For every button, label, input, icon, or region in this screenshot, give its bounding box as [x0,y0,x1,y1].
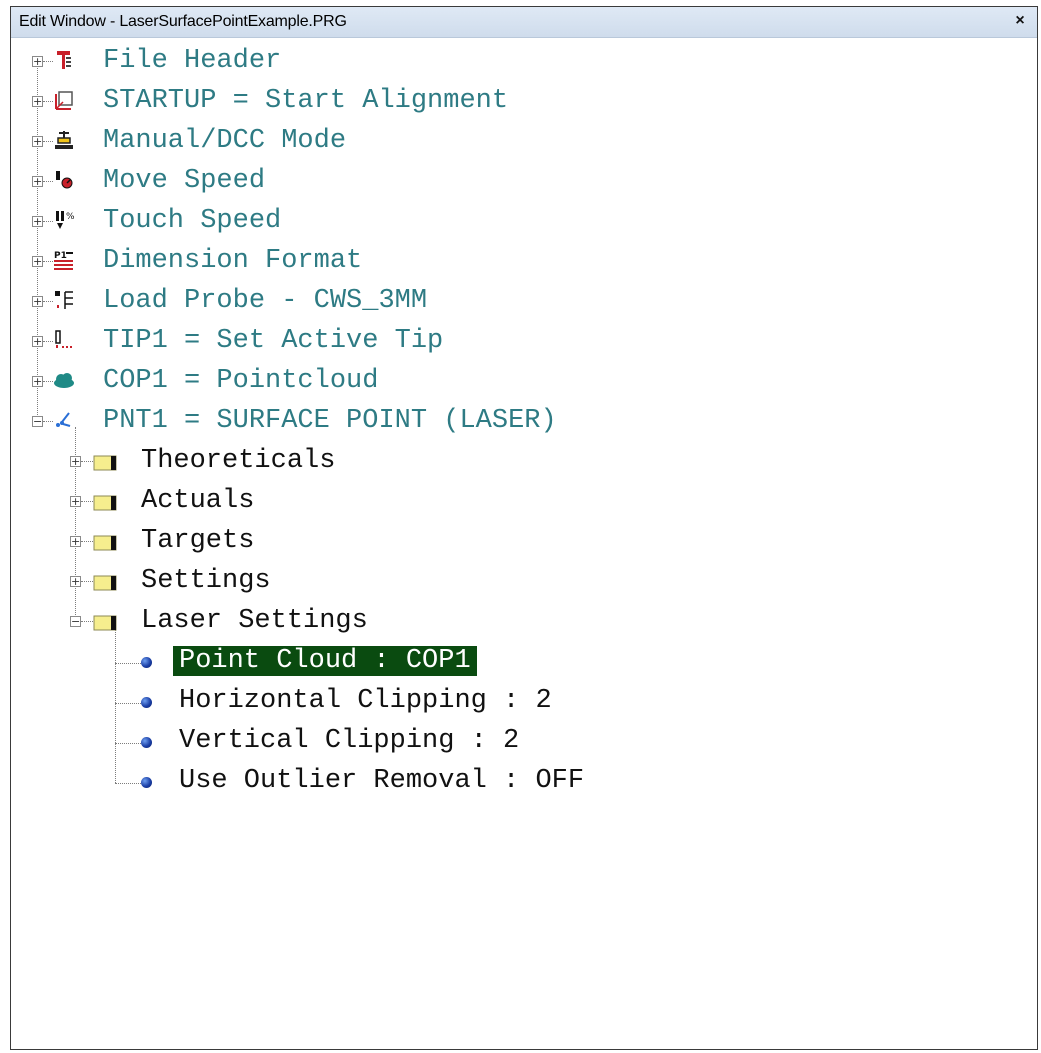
tree-connector [43,101,53,102]
tree-connector [81,461,93,462]
tree-connector [43,421,53,422]
tree-item-label: STARTUP = Start Alignment [103,86,509,116]
folder-label: Actuals [141,486,255,516]
expand-toggle[interactable]: + [32,296,43,307]
folder-label: Targets [141,526,255,556]
setting-point-cloud[interactable]: Point Cloud : COP1 [173,643,477,679]
expand-toggle[interactable]: + [32,56,43,67]
folder-settings[interactable]: Settings [141,563,271,599]
tree-item-label: Dimension Format [103,246,363,276]
folder-targets[interactable]: Targets [141,523,254,559]
tree-connector [43,61,53,62]
tree-connector [81,581,93,582]
bullet-icon [141,657,152,668]
expand-toggle[interactable]: + [70,456,81,467]
tree-item-touch-speed[interactable]: Touch Speed [103,203,281,239]
tree-connector [43,381,53,382]
tree-connector [115,629,116,783]
tree-item-label: Touch Speed [103,206,282,236]
dimension-format-icon: P1 [54,251,73,270]
folder-icon [93,495,117,511]
expand-toggle[interactable]: + [70,496,81,507]
bullet-icon [141,737,152,748]
tree-connector [115,703,141,704]
tree-connector [115,783,141,784]
tree-connector [81,501,93,502]
tree-item-file-header[interactable]: File Header [103,43,281,79]
tree-connector [115,743,141,744]
tree-connector [43,261,53,262]
svg-text:%: % [66,212,75,222]
expand-toggle[interactable]: + [32,376,43,387]
tree-connector [43,221,53,222]
tree-item-tip1[interactable]: TIP1 = Set Active Tip [103,323,443,359]
tree-connector [81,621,93,622]
setting-label: Horizontal Clipping : 2 [179,686,552,716]
expand-toggle[interactable]: + [32,136,43,147]
bullet-icon [141,697,152,708]
tree-item-label: PNT1 = SURFACE POINT (LASER) [103,406,557,436]
alignment-icon [55,91,73,110]
tree-item-dimension-format[interactable]: Dimension Format [103,243,362,279]
tree-item-label: COP1 = Pointcloud [103,366,379,396]
tree-connector [43,141,53,142]
expand-toggle[interactable]: + [32,336,43,347]
tree-connector [43,181,53,182]
expand-toggle[interactable]: + [70,576,81,587]
folder-label: Theoreticals [141,446,336,476]
setting-vertical-clipping[interactable]: Vertical Clipping : 2 [179,723,519,759]
load-probe-icon [55,291,73,309]
setting-outlier-removal[interactable]: Use Outlier Removal : OFF [179,763,584,799]
expand-toggle[interactable]: + [32,96,43,107]
tree-item-pnt1[interactable]: PNT1 = SURFACE POINT (LASER) [103,403,557,439]
expand-toggle[interactable]: + [32,216,43,227]
expand-toggle[interactable]: + [32,256,43,267]
tree-item-label: Manual/DCC Mode [103,126,347,156]
laser-point-icon [56,412,71,427]
cmm-mode-icon [55,131,73,149]
pointcloud-icon [54,373,74,388]
collapse-toggle[interactable]: − [32,416,43,427]
folder-laser-settings[interactable]: Laser Settings [141,603,368,639]
collapse-toggle[interactable]: − [70,616,81,627]
folder-icon [93,455,117,471]
folder-label: Laser Settings [141,606,368,636]
program-tree: + File Header + STARTUP = Start Alignmen… [11,7,1037,1049]
svg-text:P1: P1 [54,251,67,261]
tree-item-manual-dcc[interactable]: Manual/DCC Mode [103,123,346,159]
tree-item-label: Move Speed [103,166,266,196]
folder-icon [93,535,117,551]
tree-connector [37,61,38,425]
folder-icon [93,575,117,591]
setting-label: Use Outlier Removal : OFF [179,766,585,796]
move-speed-icon [56,171,73,189]
expand-toggle[interactable]: + [32,176,43,187]
touch-speed-icon: % [56,211,75,229]
folder-icon [93,615,117,631]
bullet-icon [141,777,152,788]
tree-item-move-speed[interactable]: Move Speed [103,163,265,199]
setting-horizontal-clipping[interactable]: Horizontal Clipping : 2 [179,683,552,719]
tree-connector [81,541,93,542]
tree-connector [43,341,53,342]
setting-label: Vertical Clipping : 2 [179,726,520,756]
tree-item-load-probe[interactable]: Load Probe - CWS_3MM [103,283,427,319]
tree-connector [43,301,53,302]
folder-theoreticals[interactable]: Theoreticals [141,443,335,479]
file-header-icon [57,51,71,69]
tree-connector [115,663,141,664]
tree-item-cop1[interactable]: COP1 = Pointcloud [103,363,378,399]
probe-tip-icon [55,330,72,348]
tree-item-label: Load Probe - CWS_3MM [103,286,428,316]
folder-label: Settings [141,566,271,596]
tree-item-label: File Header [103,46,282,76]
expand-toggle[interactable]: + [70,536,81,547]
edit-window: Edit Window - LaserSurfacePointExample.P… [10,6,1038,1050]
tree-item-label: TIP1 = Set Active Tip [103,326,444,356]
setting-label-selected: Point Cloud : COP1 [173,646,477,676]
tree-item-startup[interactable]: STARTUP = Start Alignment [103,83,508,119]
folder-actuals[interactable]: Actuals [141,483,254,519]
